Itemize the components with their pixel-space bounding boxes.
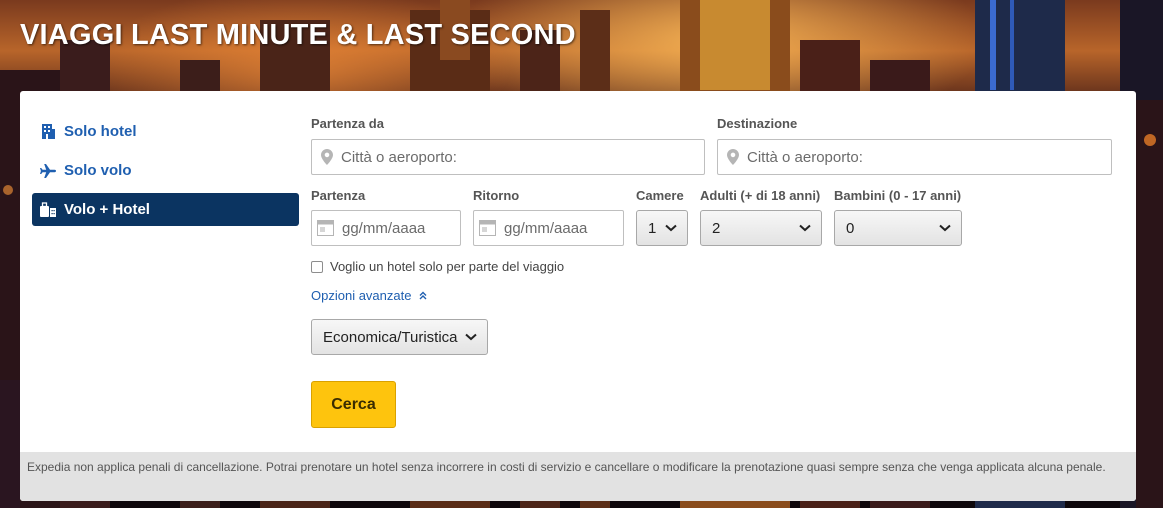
cabin-class-value: Economica/Turistica <box>323 328 458 346</box>
depart-date-input[interactable] <box>342 219 460 237</box>
destination-label: Destinazione <box>717 116 798 131</box>
advanced-options-link[interactable]: Opzioni avanzate <box>311 288 427 303</box>
rooms-select[interactable]: 1 <box>636 210 688 246</box>
rooms-label: Camere <box>636 188 684 203</box>
calendar-icon <box>479 220 496 236</box>
origin-field[interactable] <box>311 139 705 175</box>
tab-solo-hotel-label: Solo hotel <box>64 123 137 140</box>
advanced-options-label: Opzioni avanzate <box>311 288 412 303</box>
location-pin-icon <box>727 149 739 165</box>
children-label: Bambini (0 - 17 anni) <box>834 188 962 203</box>
chevron-down-icon <box>939 224 951 232</box>
adults-value: 2 <box>712 219 721 237</box>
suitcase-hotel-icon <box>38 201 58 219</box>
depart-date-field[interactable] <box>311 210 461 246</box>
cancellation-note: Expedia non applica penali di cancellazi… <box>20 452 1136 501</box>
cabin-class-select[interactable]: Economica/Turistica <box>311 319 488 355</box>
tab-volo-hotel[interactable]: Volo + Hotel <box>32 193 299 226</box>
children-select[interactable]: 0 <box>834 210 962 246</box>
partial-hotel-checkbox[interactable] <box>311 260 323 273</box>
chevron-down-icon <box>465 333 477 341</box>
chevron-down-icon <box>799 224 811 232</box>
partial-hotel-label: Voglio un hotel solo per parte del viagg… <box>330 259 565 274</box>
tab-solo-hotel[interactable]: Solo hotel <box>32 115 299 148</box>
tab-solo-volo-label: Solo volo <box>64 162 132 179</box>
search-button[interactable]: Cerca <box>311 381 396 428</box>
children-value: 0 <box>846 219 855 237</box>
location-pin-icon <box>321 149 333 165</box>
chevron-down-icon <box>665 224 677 232</box>
return-date-field[interactable] <box>473 210 624 246</box>
origin-label: Partenza da <box>311 116 384 131</box>
tab-volo-hotel-label: Volo + Hotel <box>64 201 150 218</box>
return-label: Ritorno <box>473 188 520 203</box>
plane-icon <box>38 162 58 180</box>
calendar-icon <box>317 220 334 236</box>
depart-label: Partenza <box>311 188 366 203</box>
adults-select[interactable]: 2 <box>700 210 822 246</box>
double-chevron-up-icon <box>419 291 427 300</box>
rooms-value: 1 <box>648 219 657 237</box>
adults-label: Adulti (+ di 18 anni) <box>700 188 821 203</box>
tab-solo-volo[interactable]: Solo volo <box>32 154 299 187</box>
destination-input[interactable] <box>747 148 1111 166</box>
destination-field[interactable] <box>717 139 1112 175</box>
return-date-input[interactable] <box>504 219 623 237</box>
hotel-icon <box>38 123 58 141</box>
search-card: Solo hotel Solo volo Volo + Hotel Parten… <box>20 91 1136 501</box>
origin-input[interactable] <box>341 148 704 166</box>
search-type-tabs: Solo hotel Solo volo Volo + Hotel <box>32 115 299 232</box>
partial-hotel-option[interactable]: Voglio un hotel solo per parte del viagg… <box>311 259 564 274</box>
page-title: VIAGGI LAST MINUTE & LAST SECOND <box>20 19 576 51</box>
search-form: Partenza da Destinazione Partenza Ritorn… <box>311 91 1131 451</box>
